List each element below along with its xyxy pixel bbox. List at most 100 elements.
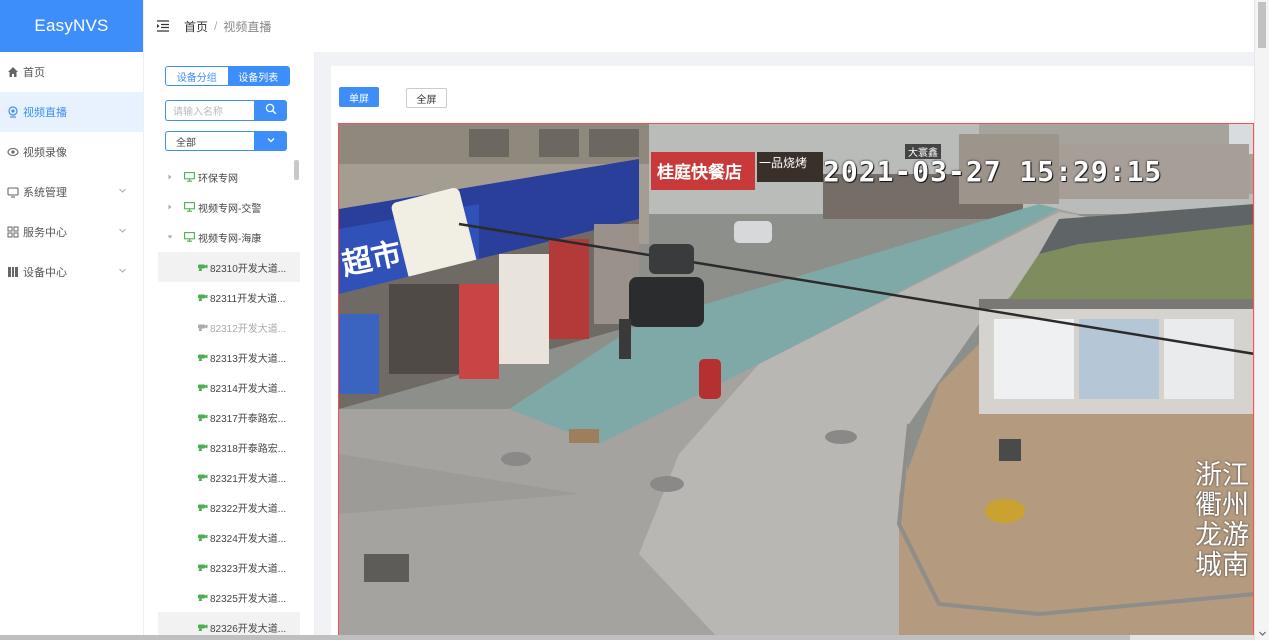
osd-line: 城南 xyxy=(1195,550,1249,581)
sidebar-item-label: 视频直播 xyxy=(23,107,67,119)
monitor-icon xyxy=(184,232,195,242)
tree-device-label: 82321开发大道... xyxy=(210,473,287,485)
dropdown-button[interactable] xyxy=(254,131,287,151)
sidebar-item-system[interactable]: 系统管理 xyxy=(0,172,143,212)
tree-device-label: 82325开发大道... xyxy=(210,593,287,605)
tab-device-group[interactable]: 设备分组 xyxy=(166,67,228,85)
tree-group-label: 环保专网 xyxy=(198,173,238,185)
scroll-down-icon[interactable] xyxy=(1258,627,1267,636)
osd-line: 龙游 xyxy=(1195,520,1249,551)
sidebar-item-home[interactable]: 首页 xyxy=(0,52,143,92)
scrollbar-thumb[interactable] xyxy=(0,635,1130,640)
tree-device[interactable]: 82318开泰路宏... xyxy=(158,432,300,462)
tree-device[interactable]: 82324开发大道... xyxy=(158,522,300,552)
caret-down-icon[interactable] xyxy=(166,233,174,241)
menu-fold-icon[interactable] xyxy=(156,19,170,33)
tree-device[interactable]: 82314开发大道... xyxy=(158,372,300,402)
tree-device[interactable]: 82311开发大道... xyxy=(158,282,300,312)
player-area: 单屏 全屏 2021-03-27 15:29:15 浙江 衢州 龙游 城南 桂庭… xyxy=(331,66,1254,640)
caret-right-icon[interactable] xyxy=(166,173,174,181)
video-sign-text: 桂庭快餐店 xyxy=(657,163,742,182)
single-screen-button[interactable]: 单屏 xyxy=(339,87,379,107)
tree-device-label: 82326开发大道... xyxy=(210,623,287,635)
caret-right-icon[interactable] xyxy=(166,203,174,211)
sidebar-item-label: 首页 xyxy=(23,67,45,79)
grid-icon xyxy=(7,226,19,238)
tree-device-label: 82310开发大道... xyxy=(210,263,287,275)
tree-group[interactable]: 环保专网 xyxy=(158,162,300,192)
osd-line: 浙江 xyxy=(1195,460,1249,491)
tab-device-list[interactable]: 设备列表 xyxy=(227,67,289,85)
tree-device-label: 82313开发大道... xyxy=(210,353,287,365)
video-location-osd: 浙江 衢州 龙游 城南 xyxy=(1181,461,1249,581)
camera-icon xyxy=(197,293,208,302)
tree-device-label: 82323开发大道... xyxy=(210,563,287,575)
tree-device[interactable]: 82322开发大道... xyxy=(158,492,300,522)
camera-icon xyxy=(197,533,208,542)
camera-icon xyxy=(197,443,208,452)
camera-icon xyxy=(197,383,208,392)
sidebar-item-label: 视频录像 xyxy=(23,147,67,159)
page-horizontal-scrollbar[interactable] xyxy=(0,635,1254,640)
breadcrumb-separator: / xyxy=(214,19,218,33)
tree-device[interactable]: 82317开泰路宏... xyxy=(158,402,300,432)
status-filter-value[interactable]: 全部 xyxy=(165,131,254,151)
osd-line: 衢州 xyxy=(1195,490,1249,521)
sidebar-item-label: 设备中心 xyxy=(23,267,67,279)
tree-device-label: 82324开发大道... xyxy=(210,533,287,545)
camera-icon xyxy=(197,503,208,512)
tree-device[interactable]: 82313开发大道... xyxy=(158,342,300,372)
video-frame xyxy=(339,124,1253,637)
tree-device-label: 82322开发大道... xyxy=(210,503,287,515)
status-filter-select[interactable]: 全部 xyxy=(165,131,287,151)
tree-group[interactable]: 视频专网-交警 xyxy=(158,192,300,222)
video-sign-text: 一品烧烤 xyxy=(759,156,808,170)
video-sign-text: 大寰鑫 xyxy=(905,144,941,159)
page-vertical-scrollbar[interactable] xyxy=(1254,0,1269,640)
tree-group[interactable]: 视频专网-海康 xyxy=(158,222,300,252)
tree-device[interactable]: 82325开发大道... xyxy=(158,582,300,612)
device-tree: 环保专网 视频专网-交警 视频专网-海康 82310开发大道... 82311开… xyxy=(158,162,300,640)
scrollbar-thumb[interactable] xyxy=(1258,2,1266,48)
device-search: 请输入名称 xyxy=(165,100,287,121)
camera-icon xyxy=(197,563,208,572)
device-search-input[interactable]: 请输入名称 xyxy=(165,100,254,121)
tree-device-offline[interactable]: 82312开发大道... xyxy=(158,312,300,342)
home-icon xyxy=(7,66,19,78)
fullscreen-button[interactable]: 全屏 xyxy=(406,88,447,108)
sidebar-item-service[interactable]: 服务中心 xyxy=(0,212,143,252)
chevron-down-icon xyxy=(118,186,127,195)
brand-logo[interactable]: EasyNVS xyxy=(0,0,143,52)
chevron-down-icon xyxy=(118,266,127,275)
sidebar-item-live[interactable]: 视频直播 xyxy=(0,92,143,132)
camera-icon xyxy=(197,593,208,602)
tree-device-label: 82311开发大道... xyxy=(210,293,286,305)
tree-device-label: 82312开发大道... xyxy=(210,323,287,335)
device-panel: 设备分组 设备列表 请输入名称 全部 环保专网 视频专网-交警 视频专网-海康 … xyxy=(144,52,315,640)
camera-icon xyxy=(197,263,208,272)
monitor-icon xyxy=(184,172,195,182)
tree-device-label: 82314开发大道... xyxy=(210,383,287,395)
tree-device[interactable]: 82321开发大道... xyxy=(158,462,300,492)
tree-device[interactable]: 82323开发大道... xyxy=(158,552,300,582)
tree-scrollbar[interactable] xyxy=(294,160,299,180)
search-icon xyxy=(265,103,277,118)
tree-device[interactable]: 82310开发大道... xyxy=(158,252,300,282)
search-button[interactable] xyxy=(254,100,287,121)
sidebar-item-label: 系统管理 xyxy=(23,187,67,199)
sidebar-item-record[interactable]: 视频录像 xyxy=(0,132,143,172)
video-timestamp: 2021-03-27 15:29:15 xyxy=(823,155,1163,188)
system-icon xyxy=(7,186,19,198)
sidebar-item-device[interactable]: 设备中心 xyxy=(0,252,143,292)
camera-icon xyxy=(197,623,208,632)
device-icon xyxy=(7,266,19,278)
video-player[interactable]: 2021-03-27 15:29:15 浙江 衢州 龙游 城南 桂庭快餐店 超市… xyxy=(338,123,1254,638)
chevron-down-icon xyxy=(118,226,127,235)
breadcrumb-home[interactable]: 首页 xyxy=(184,18,208,35)
tree-device-label: 82318开泰路宏... xyxy=(210,443,287,455)
sidebar-item-label: 服务中心 xyxy=(23,227,67,239)
record-icon xyxy=(7,146,19,158)
camera-icon xyxy=(197,413,208,422)
top-header: 首页 / 视频直播 xyxy=(144,0,1254,52)
chevron-down-icon xyxy=(266,134,276,148)
